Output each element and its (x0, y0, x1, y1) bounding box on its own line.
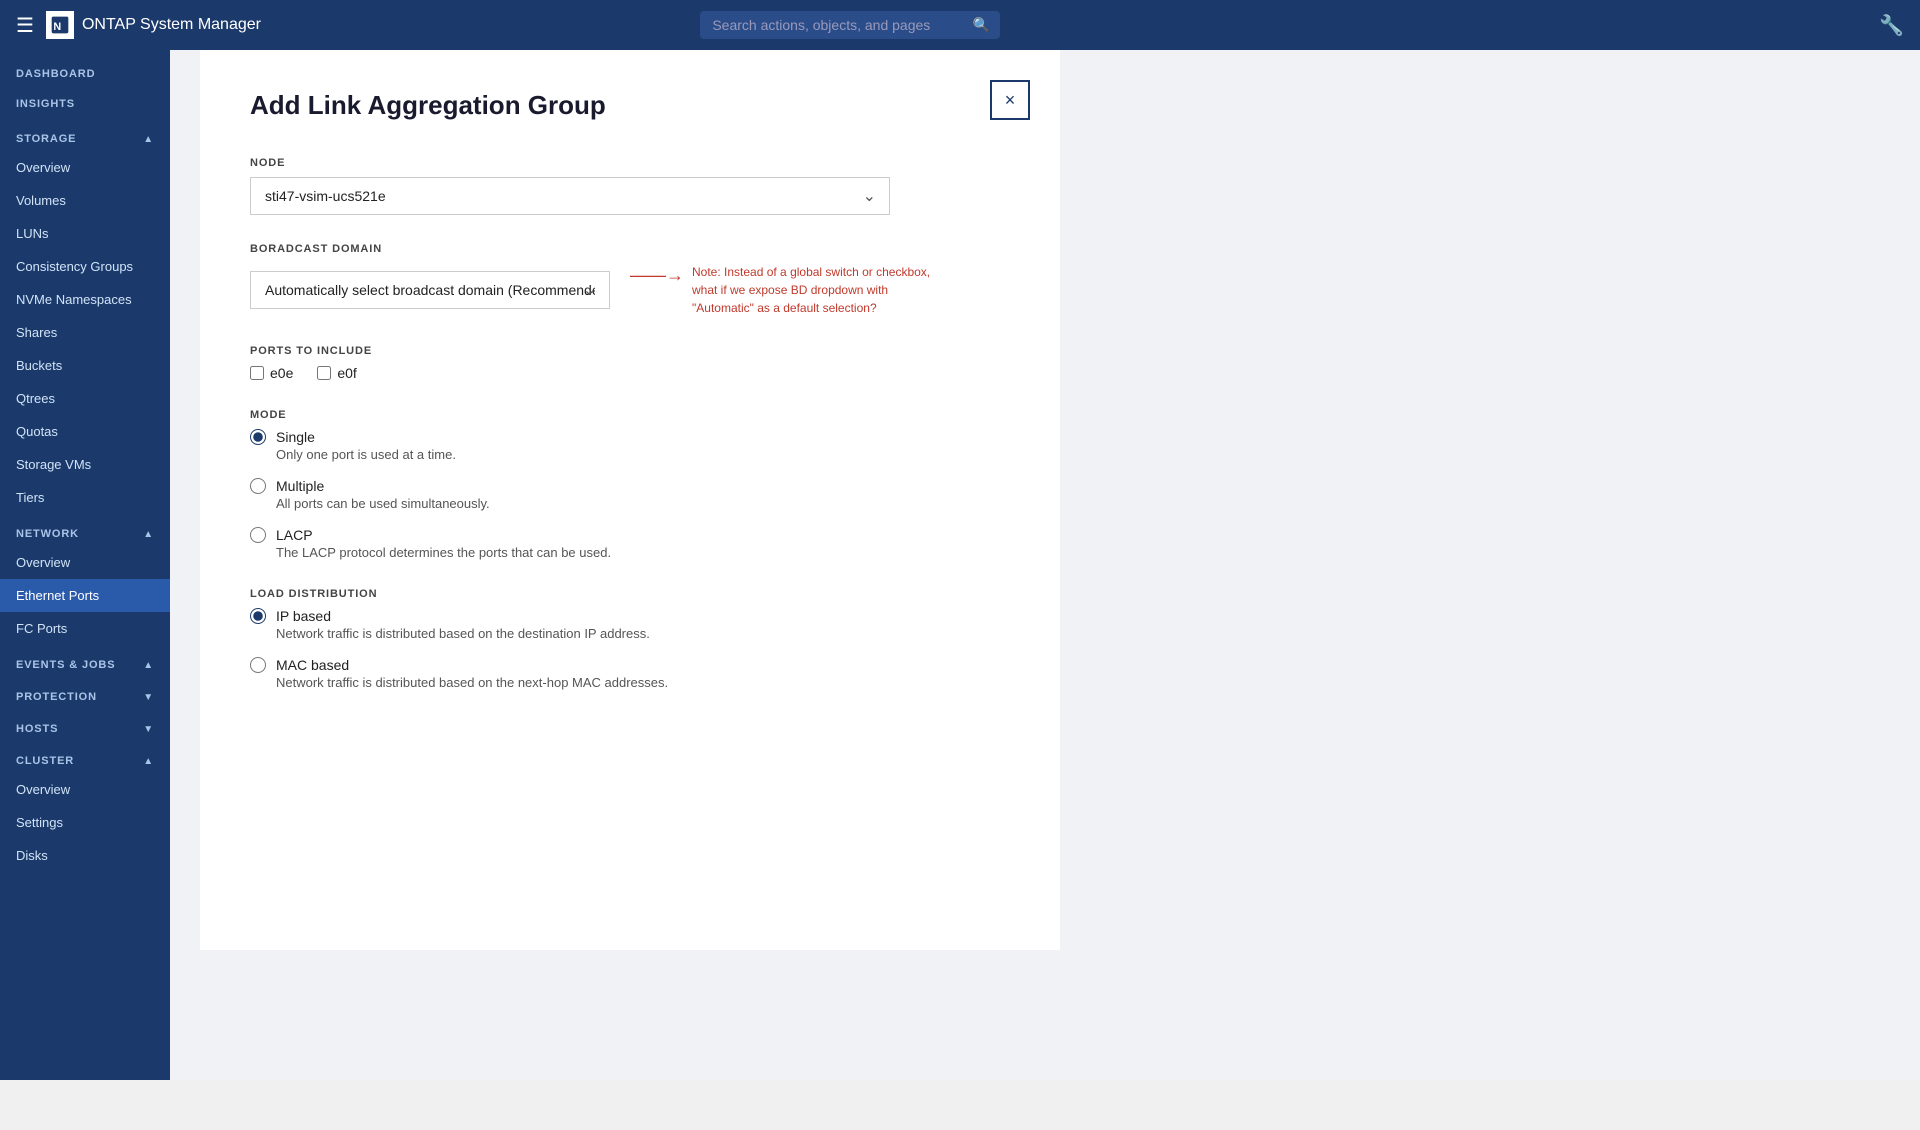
mode-single-label: Single (276, 429, 315, 445)
sidebar-item-luns[interactable]: LUNs (0, 217, 170, 250)
port-e0e-item[interactable]: e0e (250, 365, 293, 381)
sidebar-item-quotas[interactable]: Quotas (0, 415, 170, 448)
sidebar-item-insights[interactable]: INSIGHTS (0, 89, 170, 119)
protection-chevron-icon: ▼ (143, 692, 154, 703)
mode-lacp-radio[interactable] (250, 527, 266, 543)
sidebar-item-qtrees[interactable]: Qtrees (0, 382, 170, 415)
load-dist-mac-label: MAC based (276, 657, 349, 673)
load-dist-mac-desc: Network traffic is distributed based on … (276, 675, 1010, 690)
node-field-group: NODE sti47-vsim-ucs521e ⌄ (250, 157, 1010, 215)
sidebar-section-storage[interactable]: STORAGE ▲ (0, 119, 170, 151)
top-navigation: ☰ N ONTAP System Manager 🔍 🔧 (0, 0, 1920, 50)
sidebar-section-events-jobs[interactable]: EVENTS & JOBS ▲ (0, 645, 170, 677)
netapp-logo-icon: N (46, 11, 74, 39)
sidebar-section-network[interactable]: NETWORK ▲ (0, 514, 170, 546)
sidebar-item-volumes[interactable]: Volumes (0, 184, 170, 217)
broadcast-domain-select-wrapper: Automatically select broadcast domain (R… (250, 271, 610, 309)
main-content: Add Link Aggregation Group × NODE sti47-… (170, 50, 1920, 1080)
load-dist-field-group: LOAD DISTRIBUTION IP based Network traff… (250, 588, 1010, 690)
mode-single-radio[interactable] (250, 429, 266, 445)
mode-radio-group: Single Only one port is used at a time. … (250, 429, 1010, 560)
mode-lacp-label: LACP (276, 527, 313, 543)
port-e0e-checkbox[interactable] (250, 366, 264, 380)
sidebar-section-protection[interactable]: PROTECTION ▼ (0, 677, 170, 709)
sidebar-item-nvme-namespaces[interactable]: NVMe Namespaces (0, 283, 170, 316)
mode-single-item: Single Only one port is used at a time. (250, 429, 1010, 462)
sidebar-section-cluster[interactable]: CLUSTER ▲ (0, 741, 170, 773)
node-select[interactable]: sti47-vsim-ucs521e (250, 177, 890, 215)
sidebar-item-buckets[interactable]: Buckets (0, 349, 170, 382)
search-bar[interactable]: 🔍 (700, 11, 1000, 39)
storage-chevron-icon: ▲ (143, 134, 154, 145)
ports-field-group: PORTS TO INCLUDE e0e e0f (250, 345, 1010, 381)
sidebar-item-ethernet-ports[interactable]: Ethernet Ports (0, 579, 170, 612)
ports-row: e0e e0f (250, 365, 1010, 381)
modal-title: Add Link Aggregation Group (250, 90, 1010, 121)
network-chevron-icon: ▲ (143, 529, 154, 540)
modal-panel: Add Link Aggregation Group × NODE sti47-… (200, 50, 1060, 950)
port-e0f-checkbox[interactable] (317, 366, 331, 380)
mode-multiple-label: Multiple (276, 478, 324, 494)
broadcast-domain-select[interactable]: Automatically select broadcast domain (R… (250, 271, 610, 309)
broadcast-domain-note: ——→ Note: Instead of a global switch or … (630, 263, 950, 317)
port-e0f-item[interactable]: e0f (317, 365, 356, 381)
port-e0e-label: e0e (270, 365, 293, 381)
sidebar-item-overview-cluster[interactable]: Overview (0, 773, 170, 806)
port-e0f-label: e0f (337, 365, 356, 381)
search-input[interactable] (700, 11, 1000, 39)
mode-label: MODE (250, 409, 1010, 421)
node-select-wrapper: sti47-vsim-ucs521e ⌄ (250, 177, 890, 215)
sidebar-item-storage-vms[interactable]: Storage VMs (0, 448, 170, 481)
mode-lacp-desc: The LACP protocol determines the ports t… (276, 545, 1010, 560)
search-icon: 🔍 (973, 17, 990, 34)
load-dist-mac-radio[interactable] (250, 657, 266, 673)
sidebar-item-overview-network[interactable]: Overview (0, 546, 170, 579)
sidebar-item-overview-storage[interactable]: Overview (0, 151, 170, 184)
sidebar-item-dashboard[interactable]: DASHBOARD (0, 50, 170, 89)
broadcast-domain-note-text: Note: Instead of a global switch or chec… (692, 263, 950, 317)
mode-single-desc: Only one port is used at a time. (276, 447, 1010, 462)
settings-icon[interactable]: 🔧 (1879, 15, 1904, 37)
ports-label: PORTS TO INCLUDE (250, 345, 1010, 357)
sidebar-item-tiers[interactable]: Tiers (0, 481, 170, 514)
mode-field-group: MODE Single Only one port is used at a t… (250, 409, 1010, 560)
broadcast-domain-field-group: BORADCAST DOMAIN Automatically select br… (250, 243, 1010, 317)
mode-multiple-item: Multiple All ports can be used simultane… (250, 478, 1010, 511)
hosts-chevron-icon: ▼ (143, 724, 154, 735)
load-dist-ip-desc: Network traffic is distributed based on … (276, 626, 1010, 641)
mode-multiple-radio[interactable] (250, 478, 266, 494)
node-label: NODE (250, 157, 1010, 169)
cluster-chevron-icon: ▲ (143, 756, 154, 767)
sidebar-item-fc-ports[interactable]: FC Ports (0, 612, 170, 645)
sidebar-item-settings[interactable]: Settings (0, 806, 170, 839)
svg-text:N: N (53, 21, 61, 33)
top-nav-right: 🔧 (1879, 13, 1904, 38)
broadcast-domain-label: BORADCAST DOMAIN (250, 243, 1010, 255)
events-jobs-chevron-icon: ▲ (143, 660, 154, 671)
load-dist-label: LOAD DISTRIBUTION (250, 588, 1010, 600)
app-title: ONTAP System Manager (82, 16, 261, 34)
sidebar-item-consistency-groups[interactable]: Consistency Groups (0, 250, 170, 283)
modal-close-button[interactable]: × (990, 80, 1030, 120)
load-dist-mac-item: MAC based Network traffic is distributed… (250, 657, 1010, 690)
sidebar-section-hosts[interactable]: HOSTS ▼ (0, 709, 170, 741)
hamburger-menu-button[interactable]: ☰ (16, 13, 34, 38)
broadcast-domain-arrow-icon: ——→ (630, 265, 684, 286)
app-logo: N ONTAP System Manager (46, 11, 261, 39)
load-dist-radio-group: IP based Network traffic is distributed … (250, 608, 1010, 690)
sidebar-item-disks[interactable]: Disks (0, 839, 170, 872)
load-dist-ip-radio[interactable] (250, 608, 266, 624)
load-dist-ip-item: IP based Network traffic is distributed … (250, 608, 1010, 641)
mode-multiple-desc: All ports can be used simultaneously. (276, 496, 1010, 511)
mode-lacp-item: LACP The LACP protocol determines the po… (250, 527, 1010, 560)
load-dist-ip-label: IP based (276, 608, 331, 624)
sidebar: DASHBOARD INSIGHTS STORAGE ▲ Overview Vo… (0, 50, 170, 1080)
sidebar-item-shares[interactable]: Shares (0, 316, 170, 349)
broadcast-domain-row: Automatically select broadcast domain (R… (250, 263, 1010, 317)
